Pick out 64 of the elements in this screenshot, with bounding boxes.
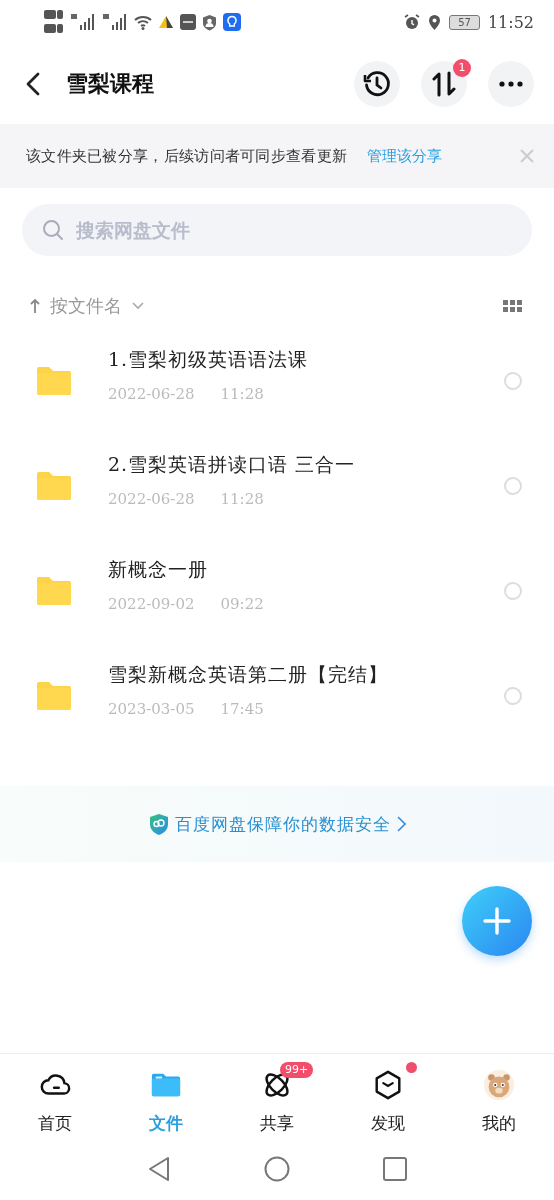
folder-row[interactable]: 1.雪梨初级英语语法课 2022-06-28 11:28: [0, 328, 554, 433]
folder-date: 2022-06-28: [108, 489, 195, 508]
select-radio[interactable]: [504, 686, 522, 705]
nav-tab[interactable]: 发现: [332, 1058, 444, 1145]
more-button[interactable]: [488, 61, 534, 107]
signal-icon: [102, 12, 128, 32]
location-icon: [428, 13, 442, 31]
wifi-icon: [134, 14, 152, 30]
triangle-icon: [148, 1155, 170, 1182]
folder-name: 新概念一册: [108, 556, 209, 582]
folder-icon: [37, 576, 71, 605]
banner-text: 该文件夹已被分享，后续访问者可同步查看更新: [26, 146, 348, 166]
folder-date: 2023-03-05: [108, 699, 195, 718]
signal-icon: [70, 12, 96, 32]
app-icon: [180, 14, 196, 30]
count-badge: 99+: [280, 1062, 314, 1078]
shield-cloud-icon: [148, 812, 169, 836]
folder-row[interactable]: 新概念一册 2022-09-02 09:22: [0, 538, 554, 643]
folder-name: 雪梨新概念英语第二册【完结】: [108, 661, 389, 687]
folder-name: 2.雪梨英语拼读口语 三合一: [108, 451, 357, 477]
bear-avatar-icon: [482, 1069, 515, 1101]
sim-icon: [44, 9, 64, 35]
shield-icon: [202, 13, 217, 31]
folder-icon: [37, 366, 71, 395]
back-icon: [26, 72, 40, 96]
folder-name: 1.雪梨初级英语语法课: [108, 346, 310, 372]
folder-date: 2022-06-28: [108, 384, 195, 403]
select-radio[interactable]: [504, 476, 522, 495]
sort-label: 按文件名: [50, 294, 122, 318]
nav-tab[interactable]: 首页: [0, 1058, 111, 1145]
folder-icon: [37, 471, 71, 500]
select-radio[interactable]: [504, 371, 522, 390]
caret-icon: [132, 302, 144, 310]
notification-badge: 1: [453, 59, 471, 77]
folder-time: 17:45: [220, 699, 264, 718]
folder-icon: [37, 681, 71, 710]
plus-icon: [483, 907, 511, 935]
page-title: 雪梨课程: [66, 70, 155, 98]
folder-time: 11:28: [220, 489, 264, 508]
history-button[interactable]: [354, 61, 400, 107]
transfer-icon: [432, 71, 456, 97]
folder-row[interactable]: 2.雪梨英语拼读口语 三合一 2022-06-28 11:28: [0, 433, 554, 538]
circle-icon: [264, 1155, 290, 1182]
warning-icon: [158, 15, 174, 29]
search-field[interactable]: 搜索网盘文件: [22, 204, 532, 256]
alarm-icon: [404, 14, 421, 30]
folder-row[interactable]: 雪梨新概念英语第二册【完结】 2023-03-05 17:45: [0, 643, 554, 748]
history-icon: [363, 70, 391, 98]
chevron-icon: [396, 816, 406, 832]
folder-time: 11:28: [220, 384, 264, 403]
nav-tab[interactable]: 我的: [443, 1058, 554, 1145]
folder-date: 2022-09-02: [108, 594, 195, 613]
more-icon: [499, 81, 523, 87]
folder-time: 09:22: [220, 594, 264, 613]
battery-indicator: 57: [449, 14, 480, 30]
add-button[interactable]: [462, 886, 532, 956]
nav-tab[interactable]: 99+ 共享: [221, 1058, 333, 1145]
select-radio[interactable]: [504, 581, 522, 600]
bulb-icon: [223, 13, 241, 31]
close-icon: [520, 149, 534, 163]
square-icon: [383, 1156, 407, 1181]
grid-icon: [502, 300, 522, 312]
status-time: 11:52: [487, 12, 534, 32]
sort-arrow-icon: [30, 298, 40, 314]
